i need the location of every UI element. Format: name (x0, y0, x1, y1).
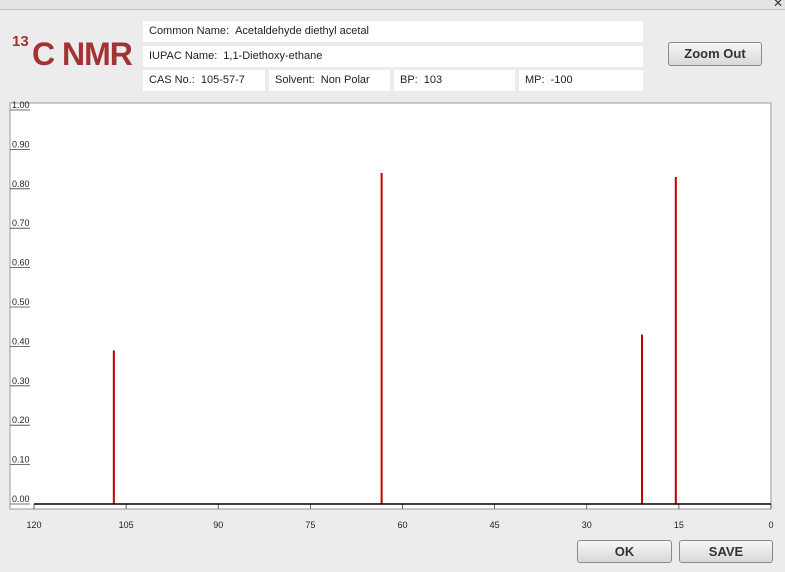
x-tick-label: 120 (26, 520, 41, 530)
mp-label: MP: (525, 74, 545, 86)
logo-text: C NMR (32, 36, 133, 72)
y-tick-label: 0.00 (12, 494, 30, 504)
y-tick-label: 0.20 (12, 415, 30, 425)
close-icon[interactable]: ✕ (773, 0, 783, 9)
cas-label: CAS No.: (149, 74, 195, 86)
x-tick-label: 0 (768, 520, 773, 530)
cas-value: 105-57-7 (200, 74, 245, 86)
bp-label: BP: (400, 74, 418, 86)
iupac-name-field: IUPAC Name: 1,1-Diethoxy-ethane (143, 46, 643, 67)
common-name-value: Acetaldehyde diethyl acetal (235, 25, 370, 37)
plot-area (9, 102, 772, 510)
x-tick-label: 30 (582, 520, 592, 530)
bp-field: BP: 103 (394, 70, 515, 91)
y-tick-label: 0.60 (12, 258, 30, 268)
y-tick-label: 0.70 (12, 218, 30, 228)
y-tick-label: 0.10 (12, 455, 30, 465)
nmr-spectrum-chart: 0.00 0.10 0.20 0.30 0.40 0.50 0.60 0.70 0.80 0.90… (9, 100, 774, 530)
iupac-name-value: 1,1-Diethoxy-ethane (223, 50, 323, 62)
x-tick-label: 60 (397, 520, 407, 530)
x-tick-label: 15 (674, 520, 684, 530)
x-tick-label: 105 (119, 520, 134, 530)
common-name-field: Common Name: Acetaldehyde diethyl acetal (143, 21, 643, 42)
ok-button[interactable]: OK (577, 540, 672, 563)
y-tick-label: 0.90 (12, 139, 30, 149)
y-tick-label: 0.50 (12, 297, 30, 307)
y-tick-label: 0.30 (12, 376, 30, 386)
solvent-value: Non Polar (320, 74, 370, 86)
zoom-out-button[interactable]: Zoom Out (668, 42, 762, 66)
save-button[interactable]: SAVE (679, 540, 773, 563)
x-tick-label: 45 (490, 520, 500, 530)
mp-field: MP: -100 (519, 70, 643, 91)
solvent-field: Solvent: Non Polar (269, 70, 390, 91)
y-tick-label: 0.40 (12, 336, 30, 346)
window-titlebar: ✕ (0, 0, 785, 10)
x-tick-label: 75 (305, 520, 315, 530)
bp-value: 103 (423, 74, 443, 86)
common-name-label: Common Name: (149, 25, 230, 37)
logo-superscript: 13 (12, 33, 29, 50)
x-tick-label: 90 (213, 520, 223, 530)
solvent-label: Solvent: (275, 74, 315, 86)
iupac-name-label: IUPAC Name: (149, 50, 218, 62)
cas-field: CAS No.: 105-57-7 (143, 70, 265, 91)
mp-value: -100 (550, 74, 573, 86)
y-tick-label: 0.80 (12, 179, 30, 189)
y-tick-label: 1.00 (12, 100, 30, 110)
